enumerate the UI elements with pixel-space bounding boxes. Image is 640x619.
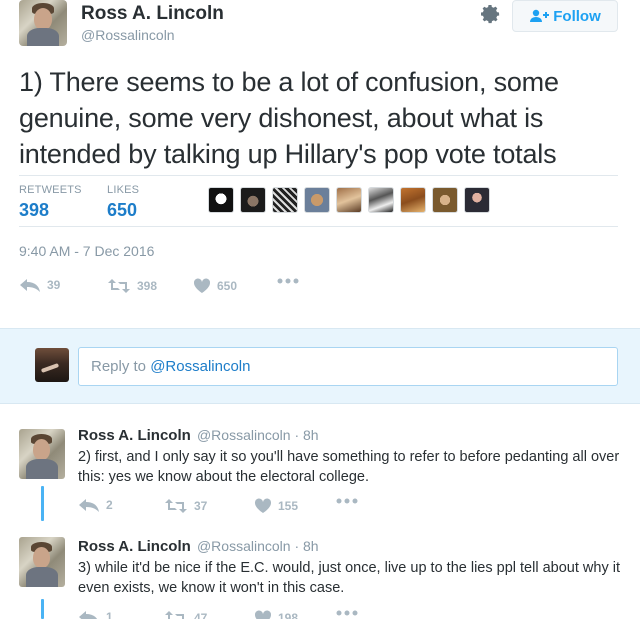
reply-author-name: Ross A. Lincoln	[78, 538, 191, 555]
like-action[interactable]: 650	[193, 278, 237, 294]
reply-actions: 1 47 198	[78, 610, 368, 619]
retweet-icon	[165, 611, 184, 619]
author-handle[interactable]: @Rossalincoln	[81, 27, 175, 43]
follow-label: Follow	[553, 7, 601, 25]
more-icon	[336, 498, 358, 504]
reply-action[interactable]: 39	[19, 278, 60, 292]
liker-avatar[interactable]	[400, 187, 426, 213]
reply-icon	[79, 611, 98, 619]
reply-action[interactable]: 1	[78, 610, 113, 619]
reply-count: 39	[47, 278, 61, 292]
retweet-count: 37	[194, 499, 208, 513]
reply-count: 1	[106, 610, 113, 619]
reply-action[interactable]: 2	[78, 498, 113, 512]
retweet-action[interactable]: 37	[164, 498, 207, 514]
like-count: 198	[278, 611, 299, 619]
retweets-label: RETWEETS	[19, 184, 82, 196]
reply-author-name: Ross A. Lincoln	[78, 427, 191, 444]
thread-line	[41, 599, 44, 619]
liker-avatar[interactable]	[432, 187, 458, 213]
liker-avatar[interactable]	[336, 187, 362, 213]
liker-avatar[interactable]	[272, 187, 298, 213]
retweet-icon	[165, 499, 187, 513]
stats-divider-top	[19, 175, 618, 176]
tweet-actions: 39 398 650	[19, 278, 319, 296]
likes-label: LIKES	[107, 184, 140, 196]
reply-actions: 2 37 155	[78, 498, 368, 516]
author-avatar[interactable]	[19, 0, 67, 46]
liker-avatar[interactable]	[208, 187, 234, 213]
retweet-action[interactable]: 398	[107, 278, 157, 294]
more-icon	[336, 610, 358, 616]
stats-divider-bottom	[19, 226, 618, 227]
liker-avatar[interactable]	[464, 187, 490, 213]
heart-icon	[254, 498, 272, 513]
add-user-icon	[530, 9, 550, 22]
reply-icon	[79, 499, 99, 512]
reply-input[interactable]: Reply to @Rossalincoln	[78, 347, 618, 386]
reply-text: 2) first, and I only say it so you'll ha…	[78, 449, 620, 485]
liker-avatar[interactable]	[240, 187, 266, 213]
reply-author-avatar[interactable]	[19, 537, 65, 587]
retweets-count[interactable]: 398	[19, 200, 49, 221]
likes-count[interactable]: 650	[107, 200, 137, 221]
like-count: 155	[278, 499, 299, 513]
reply-tweet[interactable]: Ross A. Lincoln @Rossalincoln · 8h 2) fi…	[0, 404, 640, 521]
reply-icon	[20, 279, 40, 292]
like-action[interactable]: 155	[254, 498, 298, 514]
author-name[interactable]: Ross A. Lincoln	[81, 3, 224, 25]
retweet-action[interactable]: 47	[164, 610, 207, 619]
reply-tweet[interactable]: Ross A. Lincoln @Rossalincoln · 8h 3) wh…	[0, 521, 640, 619]
reply-meta: @Rossalincoln · 8h	[196, 538, 319, 554]
like-count: 650	[217, 279, 238, 293]
more-icon	[277, 278, 299, 284]
reply-author[interactable]: Ross A. Lincoln @Rossalincoln · 8h	[78, 538, 319, 555]
retweet-icon	[108, 279, 130, 293]
reply-meta: @Rossalincoln · 8h	[196, 427, 319, 443]
follow-button[interactable]: Follow	[512, 0, 618, 32]
reply-mention: @Rossalincoln	[150, 358, 251, 375]
more-action[interactable]	[336, 610, 358, 616]
like-action[interactable]: 198	[254, 610, 298, 619]
retweet-count: 47	[194, 611, 208, 619]
liker-avatar[interactable]	[368, 187, 394, 213]
more-action[interactable]	[277, 278, 299, 284]
reply-author-avatar[interactable]	[19, 429, 65, 479]
reply-count: 2	[106, 498, 113, 512]
thread-line	[41, 486, 44, 521]
tweet-timestamp[interactable]: 9:40 AM - 7 Dec 2016	[19, 243, 154, 259]
heart-icon	[193, 278, 211, 293]
liker-avatar[interactable]	[304, 187, 330, 213]
more-action[interactable]	[336, 498, 358, 504]
viewer-avatar	[35, 348, 69, 382]
reply-prefix: Reply to	[91, 358, 151, 375]
tweet-text: 1) There seems to be a lot of confusion,…	[19, 67, 559, 169]
reply-composer: Reply to @Rossalincoln	[0, 328, 640, 404]
main-tweet: Ross A. Lincoln @Rossalincoln Follow 1) …	[0, 0, 640, 328]
reply-author[interactable]: Ross A. Lincoln @Rossalincoln · 8h	[78, 427, 319, 444]
liker-avatars	[208, 187, 490, 215]
gear-icon[interactable]	[478, 2, 502, 26]
retweet-count: 398	[137, 279, 158, 293]
heart-icon	[254, 610, 272, 619]
reply-text: 3) while it'd be nice if the E.C. would,…	[78, 560, 620, 596]
